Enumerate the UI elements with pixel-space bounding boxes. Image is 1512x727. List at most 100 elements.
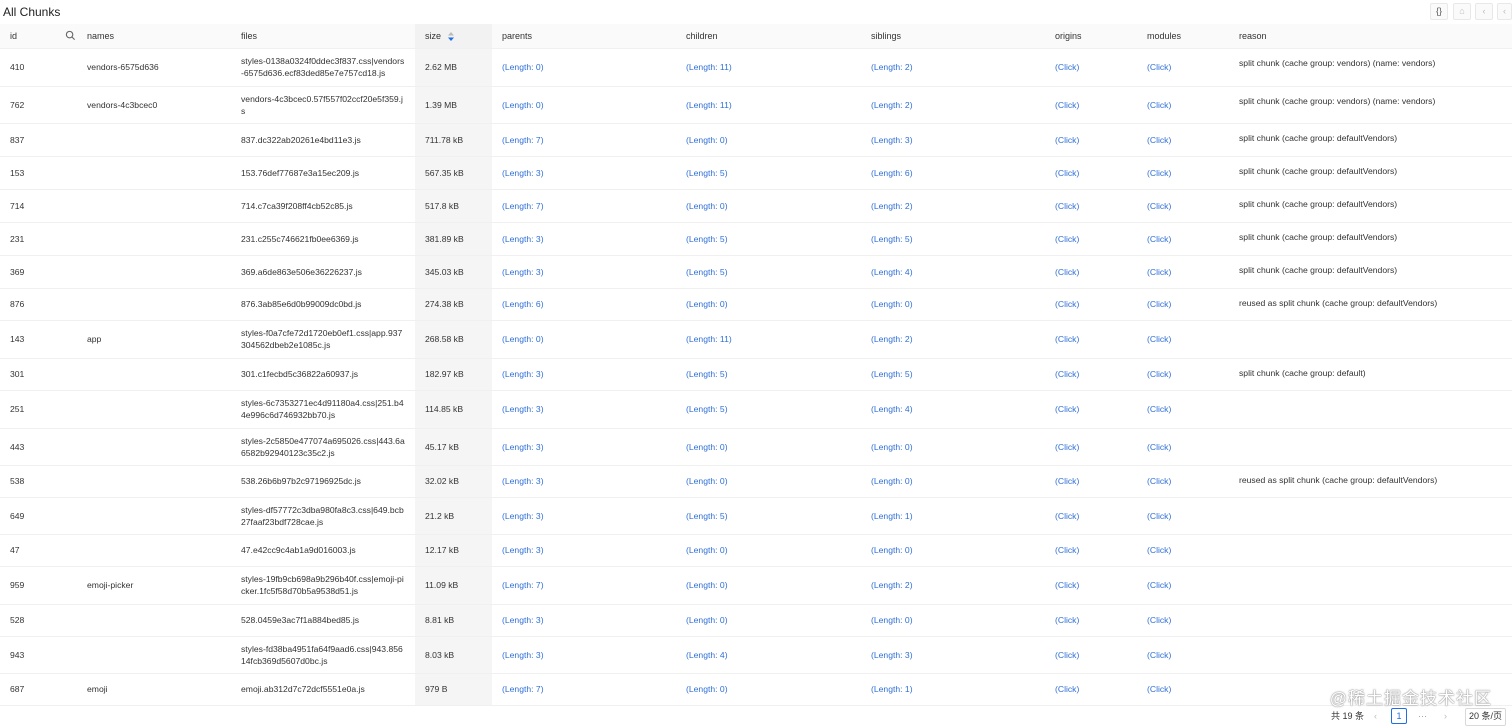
cell-parents-text[interactable]: (Length: 3)	[502, 615, 544, 625]
cell-siblings-text[interactable]: (Length: 0)	[871, 442, 913, 452]
cell-modules[interactable]: (Click)	[1137, 358, 1229, 391]
cell-origins-text[interactable]: (Click)	[1055, 442, 1079, 452]
cell-origins-text[interactable]: (Click)	[1055, 168, 1079, 178]
cell-parents[interactable]: (Length: 3)	[492, 636, 676, 674]
cell-modules[interactable]: (Click)	[1137, 123, 1229, 157]
cell-parents[interactable]: (Length: 3)	[492, 428, 676, 466]
table-row[interactable]: 47 47.e42cc9c4ab1a9d016003.js 12.17 kB (Len…	[0, 534, 1512, 567]
cell-siblings[interactable]: (Length: 2)	[861, 48, 1045, 87]
cell-children-text[interactable]: (Length: 0)	[686, 299, 728, 309]
cell-children-text[interactable]: (Length: 5)	[686, 168, 728, 178]
cell-parents-text[interactable]: (Length: 3)	[502, 404, 544, 414]
table-row[interactable]: 538 538.26b6b97b2c97196925dc.js 32.02 kB (L…	[0, 465, 1512, 498]
cell-parents-text[interactable]: (Length: 3)	[502, 511, 544, 521]
cell-modules-text[interactable]: (Click)	[1147, 580, 1171, 590]
collapse-icon[interactable]: ‹	[1497, 3, 1512, 20]
table-row[interactable]: 943 styles-fd38ba4951fa64f9aad6.css|943.8…	[0, 636, 1512, 674]
cell-modules-text[interactable]: (Click)	[1147, 299, 1171, 309]
cell-origins[interactable]: (Click)	[1045, 636, 1137, 674]
cell-siblings[interactable]: (Length: 3)	[861, 636, 1045, 674]
cell-children-text[interactable]: (Length: 0)	[686, 615, 728, 625]
cell-origins[interactable]: (Click)	[1045, 189, 1137, 223]
cell-siblings[interactable]: (Length: 0)	[861, 534, 1045, 567]
cell-parents-text[interactable]: (Length: 7)	[502, 684, 544, 694]
cell-children[interactable]: (Length: 4)	[676, 636, 861, 674]
table-row[interactable]: 837 837.dc322ab20261e4bd11e3.js 711.78 kB (…	[0, 123, 1512, 157]
cell-siblings-text[interactable]: (Length: 0)	[871, 476, 913, 486]
cell-modules[interactable]: (Click)	[1137, 255, 1229, 289]
cell-parents[interactable]: (Length: 7)	[492, 673, 676, 706]
cell-children[interactable]: (Length: 5)	[676, 222, 861, 256]
cell-children-text[interactable]: (Length: 0)	[686, 580, 728, 590]
cell-children-text[interactable]: (Length: 5)	[686, 267, 728, 277]
cell-siblings[interactable]: (Length: 6)	[861, 156, 1045, 190]
cell-modules-text[interactable]: (Click)	[1147, 404, 1171, 414]
cell-modules-text[interactable]: (Click)	[1147, 201, 1171, 211]
col-header-size[interactable]: size	[415, 24, 492, 49]
cell-children-text[interactable]: (Length: 0)	[686, 545, 728, 555]
cell-siblings-text[interactable]: (Length: 5)	[871, 369, 913, 379]
cell-siblings-text[interactable]: (Length: 1)	[871, 684, 913, 694]
table-row[interactable]: 959 emoji-picker styles-19fb9cb698a9b296b4…	[0, 566, 1512, 605]
code-view-icon[interactable]: {}	[1430, 3, 1448, 20]
cell-origins-text[interactable]: (Click)	[1055, 650, 1079, 660]
cell-siblings[interactable]: (Length: 3)	[861, 123, 1045, 157]
pagination-next[interactable]: ›	[1444, 708, 1447, 724]
cell-modules-text[interactable]: (Click)	[1147, 545, 1171, 555]
cell-children-text[interactable]: (Length: 0)	[686, 135, 728, 145]
cell-parents[interactable]: (Length: 0)	[492, 320, 676, 359]
cell-siblings[interactable]: (Length: 0)	[861, 428, 1045, 466]
cell-parents[interactable]: (Length: 3)	[492, 390, 676, 429]
cell-origins[interactable]: (Click)	[1045, 123, 1137, 157]
cell-origins[interactable]: (Click)	[1045, 428, 1137, 466]
cell-modules[interactable]: (Click)	[1137, 465, 1229, 498]
cell-origins[interactable]: (Click)	[1045, 465, 1137, 498]
table-row[interactable]: 714 714.c7ca39f208ff4cb52c85.js 517.8 kB (L…	[0, 189, 1512, 223]
cell-siblings-text[interactable]: (Length: 4)	[871, 404, 913, 414]
cell-origins[interactable]: (Click)	[1045, 534, 1137, 567]
cell-siblings[interactable]: (Length: 2)	[861, 566, 1045, 605]
cell-origins-text[interactable]: (Click)	[1055, 684, 1079, 694]
table-row[interactable]: 410 vendors-6575d636 styles-0138a0324f0dde…	[0, 48, 1512, 87]
cell-siblings[interactable]: (Length: 2)	[861, 86, 1045, 124]
cell-modules-text[interactable]: (Click)	[1147, 100, 1171, 110]
cell-siblings-text[interactable]: (Length: 1)	[871, 511, 913, 521]
cell-modules-text[interactable]: (Click)	[1147, 62, 1171, 72]
cell-modules-text[interactable]: (Click)	[1147, 267, 1171, 277]
cell-origins-text[interactable]: (Click)	[1055, 511, 1079, 521]
cell-origins[interactable]: (Click)	[1045, 48, 1137, 87]
cell-siblings-text[interactable]: (Length: 3)	[871, 135, 913, 145]
cell-origins-text[interactable]: (Click)	[1055, 580, 1079, 590]
table-row[interactable]: 687 emoji emoji.ab312d7c72dcf5551e0a.js 979…	[0, 673, 1512, 706]
cell-parents[interactable]: (Length: 3)	[492, 255, 676, 289]
cell-origins[interactable]: (Click)	[1045, 358, 1137, 391]
cell-siblings-text[interactable]: (Length: 3)	[871, 650, 913, 660]
col-header-parents[interactable]: parents	[492, 24, 676, 49]
cell-parents[interactable]: (Length: 0)	[492, 86, 676, 124]
cell-modules[interactable]: (Click)	[1137, 673, 1229, 706]
cell-siblings-text[interactable]: (Length: 2)	[871, 334, 913, 344]
cell-modules[interactable]: (Click)	[1137, 48, 1229, 87]
cell-modules-text[interactable]: (Click)	[1147, 684, 1171, 694]
cell-siblings[interactable]: (Length: 0)	[861, 288, 1045, 321]
cell-origins-text[interactable]: (Click)	[1055, 404, 1079, 414]
table-row[interactable]: 231 231.c255c746621fb0ee6369.js 381.89 kB (…	[0, 222, 1512, 256]
cell-siblings[interactable]: (Length: 4)	[861, 255, 1045, 289]
cell-modules-text[interactable]: (Click)	[1147, 615, 1171, 625]
cell-parents-text[interactable]: (Length: 7)	[502, 135, 544, 145]
cell-origins-text[interactable]: (Click)	[1055, 135, 1079, 145]
cell-siblings[interactable]: (Length: 2)	[861, 320, 1045, 359]
cell-origins-text[interactable]: (Click)	[1055, 476, 1079, 486]
cell-parents[interactable]: (Length: 3)	[492, 534, 676, 567]
cell-children-text[interactable]: (Length: 11)	[686, 62, 732, 72]
cell-origins-text[interactable]: (Click)	[1055, 369, 1079, 379]
cell-origins[interactable]: (Click)	[1045, 255, 1137, 289]
cell-children-text[interactable]: (Length: 0)	[686, 684, 728, 694]
cell-origins-text[interactable]: (Click)	[1055, 234, 1079, 244]
cell-children[interactable]: (Length: 5)	[676, 156, 861, 190]
cell-siblings-text[interactable]: (Length: 4)	[871, 267, 913, 277]
table-row[interactable]: 528 528.0459e3ac7f1a884bed85.js 8.81 kB (Le…	[0, 604, 1512, 637]
cell-origins-text[interactable]: (Click)	[1055, 299, 1079, 309]
col-header-origins[interactable]: origins	[1045, 24, 1137, 49]
cell-siblings[interactable]: (Length: 0)	[861, 604, 1045, 637]
